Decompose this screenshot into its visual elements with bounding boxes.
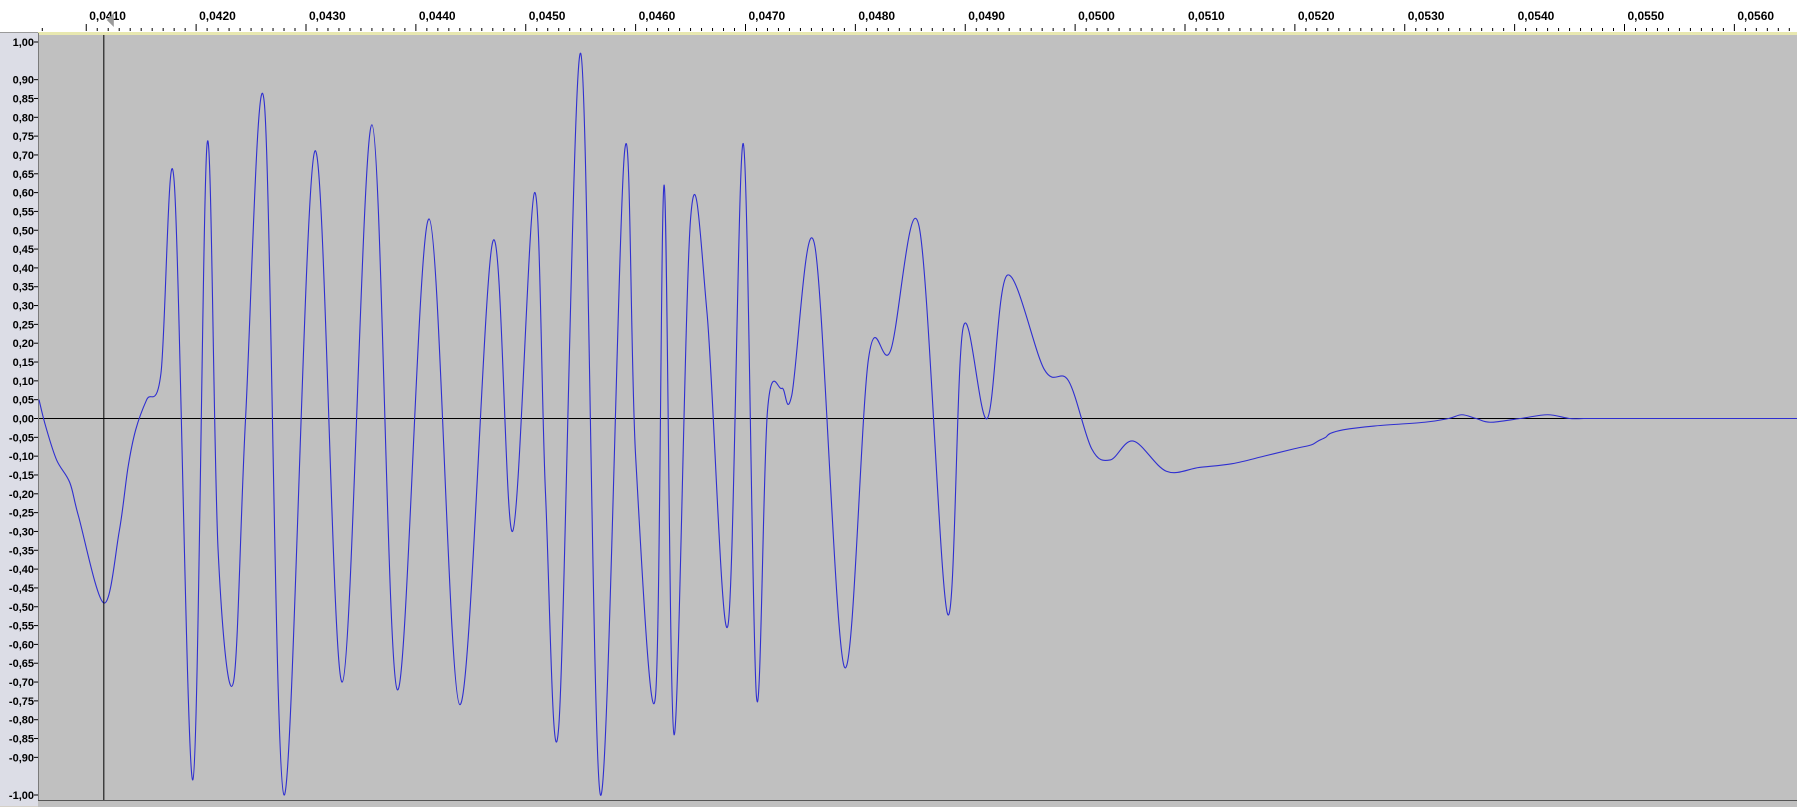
time-tick-label: 0,0450 bbox=[529, 9, 566, 23]
time-tick-label: 0,0430 bbox=[309, 9, 346, 23]
time-tick-label: 0,0500 bbox=[1078, 9, 1115, 23]
amplitude-tick-label: -0,10 bbox=[9, 451, 34, 463]
time-tick-label: 0,0460 bbox=[639, 9, 676, 23]
amplitude-tick-label: 1,00 bbox=[13, 37, 34, 49]
amplitude-tick-label: -0,90 bbox=[9, 752, 34, 764]
time-ticks: 0,0410 0,0420 0,0430 0,0440 0,0450 0,0460 0,04… bbox=[41, 9, 1790, 31]
time-tick-label: 0,0530 bbox=[1408, 9, 1445, 23]
time-tick-label: 0,0540 bbox=[1518, 9, 1555, 23]
time-tick-label: 0,0490 bbox=[968, 9, 1005, 23]
amplitude-tick-label: -0,05 bbox=[9, 432, 34, 444]
amplitude-tick-label: 0,00 bbox=[13, 414, 34, 426]
amplitude-tick-label: -0,55 bbox=[9, 621, 34, 633]
amplitude-tick-label: -0,35 bbox=[9, 545, 34, 557]
amplitude-tick-label: -0,40 bbox=[9, 564, 34, 576]
amplitude-tick-label: 0,90 bbox=[13, 75, 34, 87]
amplitude-tick-label: -0,20 bbox=[9, 489, 34, 501]
amplitude-tick-label: -1,00 bbox=[9, 790, 34, 802]
waveform-track[interactable]: 0,0410 0,0420 0,0430 0,0440 0,0450 0,0460 0,04… bbox=[0, 0, 1797, 806]
time-tick-label: 0,0520 bbox=[1298, 9, 1335, 23]
amplitude-tick-label: 0,20 bbox=[13, 338, 34, 350]
time-tick-label: 0,0560 bbox=[1737, 9, 1774, 23]
amplitude-tick-label: -0,25 bbox=[9, 508, 34, 520]
amplitude-tick-label: -0,15 bbox=[9, 470, 34, 482]
amplitude-tick-label: -0,75 bbox=[9, 696, 34, 708]
amplitude-tick-label: -0,45 bbox=[9, 583, 34, 595]
amplitude-tick-label: 0,85 bbox=[13, 93, 34, 105]
amplitude-tick-label: 0,60 bbox=[13, 188, 34, 200]
amplitude-tick-label: 0,45 bbox=[13, 244, 34, 256]
amplitude-tick-label: 0,65 bbox=[13, 169, 34, 181]
amplitude-tick-label: 0,15 bbox=[13, 357, 34, 369]
amplitude-tick-label: 0,25 bbox=[13, 319, 34, 331]
amplitude-tick-label: 0,50 bbox=[13, 225, 34, 237]
amplitude-tick-label: -0,85 bbox=[9, 734, 34, 746]
amplitude-tick-label: 0,40 bbox=[13, 263, 34, 275]
amplitude-tick-label: 0,70 bbox=[13, 150, 34, 162]
amplitude-tick-label: 0,05 bbox=[13, 395, 34, 407]
time-tick-label: 0,0550 bbox=[1627, 9, 1664, 23]
amplitude-tick-label: 0,75 bbox=[13, 131, 34, 143]
amplitude-tick-label: -0,80 bbox=[9, 715, 34, 727]
amplitude-tick-label: -0,60 bbox=[9, 639, 34, 651]
time-tick-label: 0,0480 bbox=[858, 9, 895, 23]
time-tick-label: 0,0420 bbox=[199, 9, 236, 23]
amplitude-tick-label: -0,30 bbox=[9, 526, 34, 538]
amplitude-tick-label: 0,10 bbox=[13, 376, 34, 388]
time-tick-label: 0,0440 bbox=[419, 9, 456, 23]
amplitude-tick-label: 0,80 bbox=[13, 112, 34, 124]
amplitude-tick-label: -0,70 bbox=[9, 677, 34, 689]
amplitude-ticks: 1,00 0,90 0,85 0,80 0,75 0,70 0,65 0,60 0,55 0,50… bbox=[9, 37, 38, 802]
amplitude-tick-label: 0,35 bbox=[13, 282, 34, 294]
amplitude-tick-label: 0,55 bbox=[13, 206, 34, 218]
time-tick-label: 0,0510 bbox=[1188, 9, 1225, 23]
amplitude-tick-label: 0,30 bbox=[13, 301, 34, 313]
amplitude-tick-label: -0,65 bbox=[9, 658, 34, 670]
time-tick-label: 0,0470 bbox=[748, 9, 785, 23]
waveform-background bbox=[39, 35, 1797, 800]
amplitude-tick-label: -0,50 bbox=[9, 602, 34, 614]
